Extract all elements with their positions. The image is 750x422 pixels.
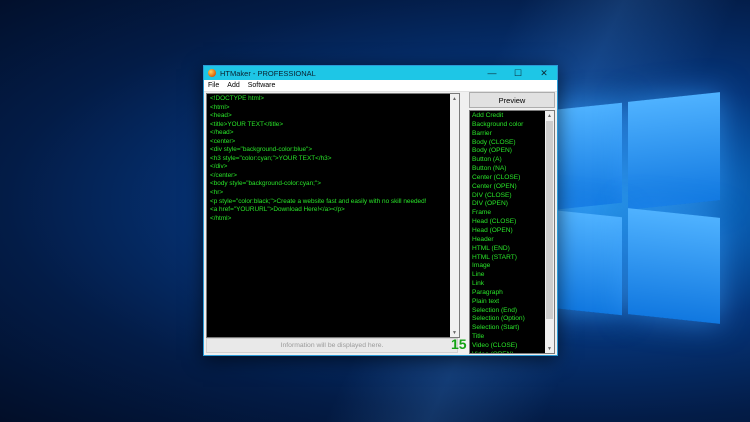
code-line[interactable]: <hr> <box>210 189 456 198</box>
code-line[interactable]: <center> <box>210 138 456 147</box>
line-counter: 15 <box>451 336 467 352</box>
list-item[interactable]: DIV (CLOSE) <box>472 192 544 201</box>
list-scrollbar[interactable]: ▲ ▼ <box>545 111 554 353</box>
code-line[interactable]: <head> <box>210 112 456 121</box>
list-item[interactable]: Body (CLOSE) <box>472 139 544 148</box>
list-item[interactable]: Head (OPEN) <box>472 227 544 236</box>
list-item[interactable]: Head (CLOSE) <box>472 218 544 227</box>
title-bar[interactable]: HTMaker - PROFESSIONAL — ☐ ✕ <box>204 66 557 80</box>
list-item[interactable]: HTML (END) <box>472 245 544 254</box>
elements-listbox[interactable]: Add Credit Background color Barrier Body (C… <box>469 110 555 354</box>
scroll-thumb[interactable] <box>546 121 553 319</box>
list-item[interactable]: Frame <box>472 209 544 218</box>
close-button[interactable]: ✕ <box>531 66 557 80</box>
code-line[interactable]: <div style="background-color:blue"> <box>210 146 456 155</box>
app-icon <box>208 69 216 77</box>
list-item[interactable]: Selection (Option) <box>472 315 544 324</box>
menu-bar: File Add Software <box>204 80 557 92</box>
preview-button[interactable]: Preview <box>469 92 555 108</box>
windows-logo-icon <box>540 92 720 324</box>
scroll-up-arrow-icon[interactable]: ▲ <box>545 111 554 120</box>
list-item[interactable]: Add Credit <box>472 112 544 121</box>
code-line[interactable]: <html> <box>210 104 456 113</box>
code-line[interactable]: <a href="YOURURL">Download Here!</a></p> <box>210 206 456 215</box>
list-item[interactable]: Selection (End) <box>472 307 544 316</box>
list-item[interactable]: Header <box>472 236 544 245</box>
minimize-button[interactable]: — <box>479 66 505 80</box>
list-item[interactable]: DIV (OPEN) <box>472 200 544 209</box>
elements-list[interactable]: Add Credit Background color Barrier Body (C… <box>472 112 544 353</box>
code-line[interactable]: </head> <box>210 129 456 138</box>
list-item[interactable]: Image <box>472 262 544 271</box>
editor-scrollbar[interactable]: ▲ ▼ <box>450 94 459 337</box>
status-bar: Information will be displayed here. <box>206 338 458 353</box>
list-item[interactable]: HTML (START) <box>472 254 544 263</box>
list-item[interactable]: Body (OPEN) <box>472 147 544 156</box>
scroll-down-arrow-icon[interactable]: ▼ <box>545 344 554 353</box>
list-item[interactable]: Link <box>472 280 544 289</box>
list-item[interactable]: Button (A) <box>472 156 544 165</box>
code-line[interactable]: <body style="background-color:cyan;"> <box>210 180 456 189</box>
window-title: HTMaker - PROFESSIONAL <box>220 68 316 78</box>
code-line[interactable]: <!DOCTYPE html> <box>210 95 456 104</box>
code-line[interactable]: </html> <box>210 215 456 224</box>
list-item[interactable]: Barrier <box>472 130 544 139</box>
list-item[interactable]: Center (OPEN) <box>472 183 544 192</box>
code-line[interactable]: </div> <box>210 163 456 172</box>
scroll-up-arrow-icon[interactable]: ▲ <box>450 94 459 103</box>
list-item[interactable]: Video (OPEN) <box>472 351 544 353</box>
list-item[interactable]: Plain text <box>472 298 544 307</box>
logo-pane <box>628 208 720 324</box>
list-item[interactable]: Line <box>472 271 544 280</box>
logo-pane <box>628 92 720 210</box>
code-editor[interactable]: <!DOCTYPE html> <html> <head> <title>YOUR T… <box>206 93 460 338</box>
list-item[interactable]: Button (NA) <box>472 165 544 174</box>
list-item[interactable]: Center (CLOSE) <box>472 174 544 183</box>
list-item[interactable]: Video (CLOSE) <box>472 342 544 351</box>
list-item[interactable]: Background color <box>472 121 544 130</box>
menu-software[interactable]: Software <box>244 82 280 89</box>
menu-add[interactable]: Add <box>223 82 243 89</box>
code-line[interactable]: <h3 style="color:cyan;">YOUR TEXT</h3> <box>210 155 456 164</box>
code-text[interactable]: <!DOCTYPE html> <html> <head> <title>YOUR T… <box>207 94 459 224</box>
list-item[interactable]: Paragraph <box>472 289 544 298</box>
code-line[interactable]: <title>YOUR TEXT</title> <box>210 121 456 130</box>
app-window: HTMaker - PROFESSIONAL — ☐ ✕ File Add So… <box>203 65 558 356</box>
list-item[interactable]: Title <box>472 333 544 342</box>
maximize-button[interactable]: ☐ <box>505 66 531 80</box>
code-line[interactable]: <p style="color:black;">Create a website… <box>210 198 456 207</box>
menu-file[interactable]: File <box>204 82 223 89</box>
code-line[interactable]: </center> <box>210 172 456 181</box>
list-item[interactable]: Selection (Start) <box>472 324 544 333</box>
